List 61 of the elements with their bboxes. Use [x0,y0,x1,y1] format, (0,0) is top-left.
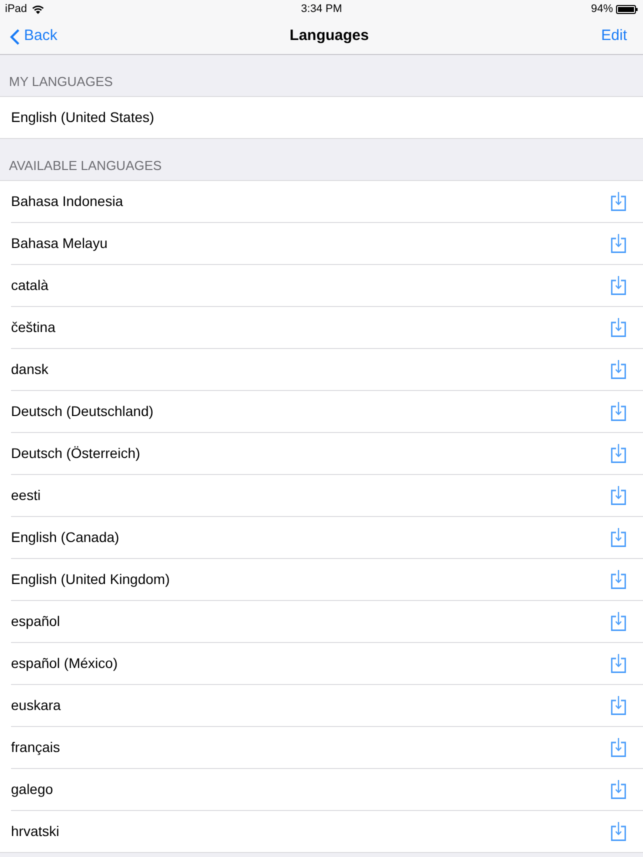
download-icon[interactable] [611,654,626,673]
language-row[interactable]: Bahasa Melayu [11,223,643,264]
download-icon[interactable] [611,612,626,631]
language-name: hrvatski [11,822,60,841]
language-row[interactable]: galego [11,769,643,810]
language-row[interactable]: dansk [11,349,643,390]
download-icon[interactable] [611,318,626,337]
download-icon[interactable] [611,276,626,295]
download-icon[interactable] [611,696,626,715]
language-row[interactable]: català [11,265,643,306]
language-row[interactable]: hrvatski [11,811,643,852]
download-icon[interactable] [611,360,626,379]
language-row[interactable]: Deutsch (Deutschland) [11,391,643,432]
download-icon[interactable] [611,234,626,253]
device-name: iPad [5,2,28,18]
language-name: English (United Kingdom) [11,570,170,589]
download-icon[interactable] [611,780,626,799]
language-name: galego [11,780,54,799]
section-header: AVAILABLE LANGUAGES [9,156,162,174]
edit-button[interactable]: Edit [601,25,633,48]
language-row[interactable]: français [11,727,643,768]
language-name: euskara [11,696,61,715]
wifi-icon [32,5,44,14]
language-name: eesti [11,486,41,505]
download-icon[interactable] [611,570,626,589]
language-name: English (United States) [11,108,154,127]
back-button[interactable]: Back [10,25,58,48]
download-icon[interactable] [611,822,626,841]
download-icon[interactable] [611,738,626,757]
language-row[interactable]: español [11,601,643,642]
language-name: Deutsch (Österreich) [11,444,140,463]
language-row[interactable]: euskara [11,685,643,726]
battery-percent: 94% [590,2,613,18]
language-row[interactable]: čeština [11,307,643,348]
language-name: čeština [11,318,56,337]
language-row[interactable]: English (United States) [11,97,643,138]
language-name: català [11,276,48,295]
download-icon[interactable] [611,192,626,211]
language-row[interactable]: Deutsch (Österreich) [11,433,643,474]
language-row[interactable]: Bahasa Indonesia [11,181,643,222]
download-icon[interactable] [611,444,626,463]
language-name: español [11,612,60,631]
language-name: Bahasa Melayu [11,234,108,253]
status-time: 3:34 PM [301,2,342,18]
language-name: dansk [11,360,48,379]
download-icon[interactable] [611,402,626,421]
language-name: English (Canada) [11,528,120,547]
language-name: Deutsch (Deutschland) [11,402,154,421]
language-row[interactable]: eesti [11,475,643,516]
language-row[interactable]: English (Canada) [11,517,643,558]
language-name: español (México) [11,654,118,673]
download-icon[interactable] [611,528,626,547]
battery-icon [616,5,638,14]
section-header: MY LANGUAGES [9,72,113,90]
navigation-title: Languages [290,26,369,46]
chevron-left-icon [10,28,20,44]
language-row[interactable]: English (United Kingdom) [11,559,643,600]
language-name: français [11,738,60,757]
language-row[interactable]: español (México) [11,643,643,684]
download-icon[interactable] [611,486,626,505]
language-name: Bahasa Indonesia [11,192,124,211]
